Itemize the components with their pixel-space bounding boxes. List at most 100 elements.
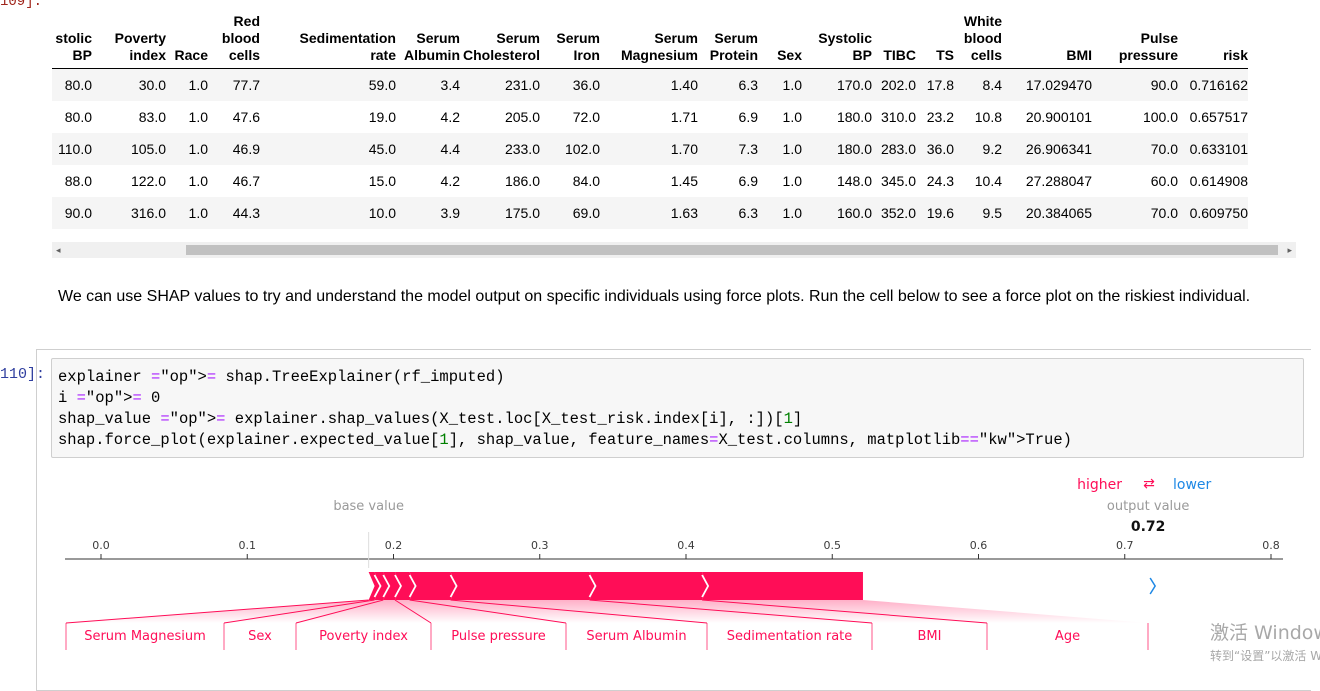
table-cell: 1.0 [188,109,208,125]
table-cell: 170.0 [836,77,872,93]
table-cell: 122.0 [130,173,166,189]
table-cell: 1.0 [782,173,802,189]
table-cell: 148.0 [836,173,872,189]
axis-tick-label: 0.7 [1116,539,1134,552]
table-cell: 23.2 [926,109,954,125]
column-header: Systolic BP [818,30,872,63]
table-cell: 6.9 [738,173,758,189]
table-cell: 72.0 [572,109,600,125]
column-header: Race [174,47,208,63]
base-value-label: base value [333,499,404,514]
table-cell: 1.0 [782,205,802,221]
table-cell: 90.0 [64,205,92,221]
column-header: BMI [1066,47,1092,63]
force-bar-segment [589,572,709,600]
column-header: TS [936,47,954,63]
table-cell: 36.0 [572,77,600,93]
table-cell: 0.614908 [1189,173,1248,189]
table-cell: 20.900101 [1025,109,1092,125]
table-cell: 316.0 [130,205,166,221]
feature-label: BMI [918,629,942,644]
force-bar-segment [450,572,596,600]
column-header: Serum Albumin [404,30,460,63]
table-cell: 90.0 [1150,77,1178,93]
table-cell: 17.8 [926,77,954,93]
table-cell: 1.0 [188,205,208,221]
code-line: shap_value ="op">= explainer.shap_values… [58,410,803,428]
output-value-label: output value [1107,499,1190,514]
scroll-left-icon[interactable]: ◂ [56,245,61,256]
table-cell: 10.8 [974,109,1002,125]
table-cell: 3.4 [440,77,460,93]
column-header: Serum Cholesterol [462,30,540,63]
table-cell: 80.0 [64,109,92,125]
table-cell: 345.0 [880,173,916,189]
dataframe-table: stolic BP Poverty index Race Red blood cell… [52,12,1248,229]
table-cell: 1.0 [188,77,208,93]
table-row: 80.0 30.0 1.0 77.7 59.0 3.4 231.0 36.0 1.40 6.3 1.… [52,68,1248,101]
axis-tick-label: 0.4 [677,539,695,552]
table-cell: 10.0 [368,205,396,221]
table-cell: 283.0 [880,141,916,157]
table-cell: 46.7 [232,173,260,189]
table-cell: 4.2 [440,109,460,125]
table-cell: 19.0 [368,109,396,125]
watermark-subtitle: 转到“设置”以激活 Windows [1210,649,1320,663]
table-cell: 175.0 [504,205,540,221]
table-cell: 70.0 [1150,141,1178,157]
code-line: shap.force_plot(explainer.expected_value… [58,431,1072,449]
table-cell: 231.0 [504,77,540,93]
table-cell: 6.3 [738,205,758,221]
dataframe-output: stolic BP Poverty index Race Red blood cell… [52,12,1296,236]
column-header: risk [1223,47,1248,63]
table-cell: 233.0 [504,141,540,157]
feature-label: Sedimentation rate [727,629,853,644]
table-cell: 1.40 [670,77,698,93]
column-header: Sedimentation rate [299,30,396,63]
table-cell: 1.0 [782,77,802,93]
table-cell: 1.70 [670,141,698,157]
table-cell: 1.71 [670,109,698,125]
table-row: 88.0 122.0 1.0 46.7 15.0 4.2 186.0 84.0 1.45 6.9 1… [52,165,1248,197]
table-cell: 77.7 [232,77,260,93]
scroll-right-icon[interactable]: ▸ [1287,245,1292,256]
table-cell: 4.2 [440,173,460,189]
code-editor[interactable]: explainer ="op">= shap.TreeExplainer(rf_… [51,358,1304,458]
table-cell: 352.0 [880,205,916,221]
table-cell: 88.0 [64,173,92,189]
table-cell: 47.6 [232,109,260,125]
table-cell: 69.0 [572,205,600,221]
previous-cell-prompt: 109]: [0,0,43,10]
windows-activation-watermark: 激活 Windows 转到“设置”以激活 Windows [1210,618,1320,664]
table-cell: 4.4 [440,141,460,157]
table-cell: 3.9 [440,205,460,221]
horizontal-scrollbar[interactable]: ◂ ▸ [52,242,1296,258]
table-cell: 1.45 [670,173,698,189]
code-text[interactable]: explainer ="op">= shap.TreeExplainer(rf_… [52,359,1303,451]
legend-lower-label: lower [1173,477,1212,493]
table-cell: 0.716162 [1189,77,1248,93]
watermark-title: 激活 Windows [1210,622,1320,644]
table-cell: 17.029470 [1025,77,1092,93]
feature-label: Poverty index [319,629,408,644]
table-row: 90.0 316.0 1.0 44.3 10.0 3.9 175.0 69.0 1.63 6.3 1… [52,197,1248,229]
feature-label: Serum Magnesium [84,629,206,644]
table-cell: 9.5 [982,205,1002,221]
table-cell: 0.633101 [1189,141,1248,157]
table-cell: 83.0 [138,109,166,125]
axis-tick-label: 0.1 [239,539,257,552]
table-cell: 180.0 [836,109,872,125]
table-cell: 160.0 [836,205,872,221]
negative-force-icon [1149,577,1157,595]
axis-tick-label: 0.5 [824,539,842,552]
table-cell: 7.3 [738,141,758,157]
table-cell: 180.0 [836,141,872,157]
scrollbar-thumb[interactable] [186,245,1278,255]
axis-tick-label: 0.3 [531,539,549,552]
table-cell: 24.3 [926,173,954,189]
table-cell: 19.6 [926,205,954,221]
table-header-row: stolic BP Poverty index Race Red blood cell… [52,12,1248,69]
table-cell: 1.0 [782,141,802,157]
axis-tick-label: 0.6 [970,539,988,552]
table-cell: 26.906341 [1025,141,1092,157]
